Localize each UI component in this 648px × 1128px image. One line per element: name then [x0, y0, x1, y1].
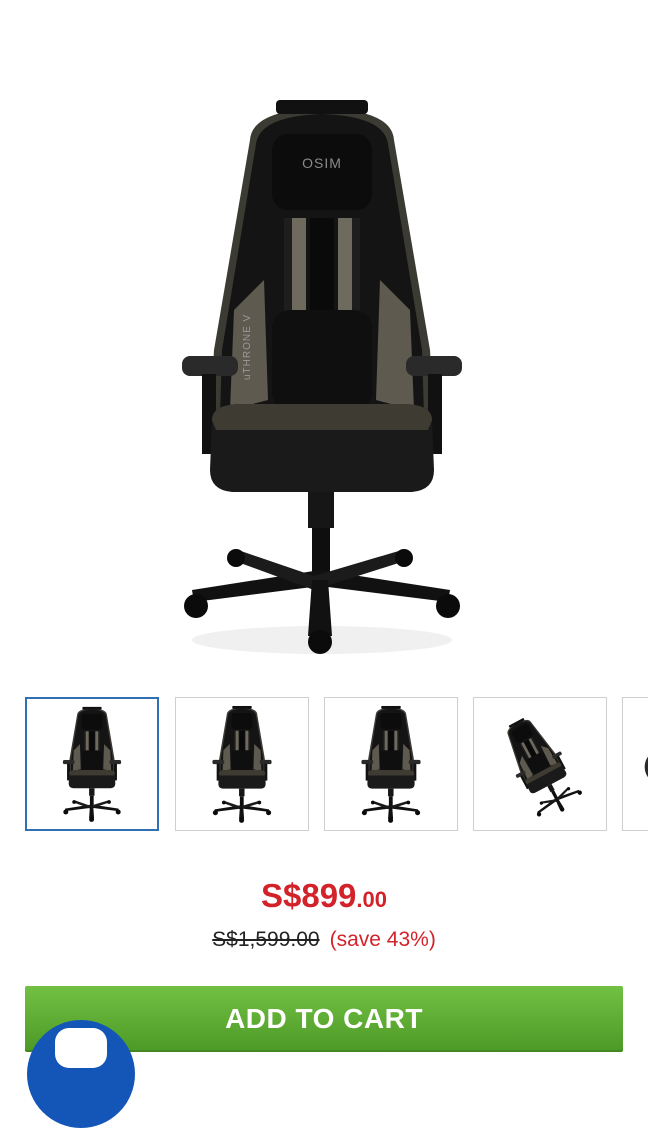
original-price: S$1,599.00	[212, 928, 320, 951]
current-price: S$899.00	[0, 876, 648, 923]
chat-icon	[55, 1028, 107, 1068]
savings-text: (save 43%)	[329, 928, 436, 951]
product-main-image[interactable]: OSIM uTHRONE V	[0, 0, 648, 680]
thumbnail-back[interactable]	[324, 697, 458, 831]
model-mark: uTHRONE V	[242, 314, 253, 380]
current-price-main: S$899	[260, 877, 357, 914]
thumbnail-reclined[interactable]	[473, 697, 607, 831]
thumbnail-front[interactable]	[25, 697, 159, 831]
current-price-cents: .00	[356, 887, 388, 912]
thumbnail-more[interactable]	[622, 697, 648, 831]
thumbnail-three-quarter[interactable]	[175, 697, 309, 831]
thumbnail-gallery	[0, 697, 648, 833]
chat-widget-button[interactable]	[27, 1020, 135, 1128]
osim-logo: OSIM	[302, 155, 342, 171]
price-block: S$899.00 S$1,599.00 (save 43%)	[0, 876, 648, 955]
